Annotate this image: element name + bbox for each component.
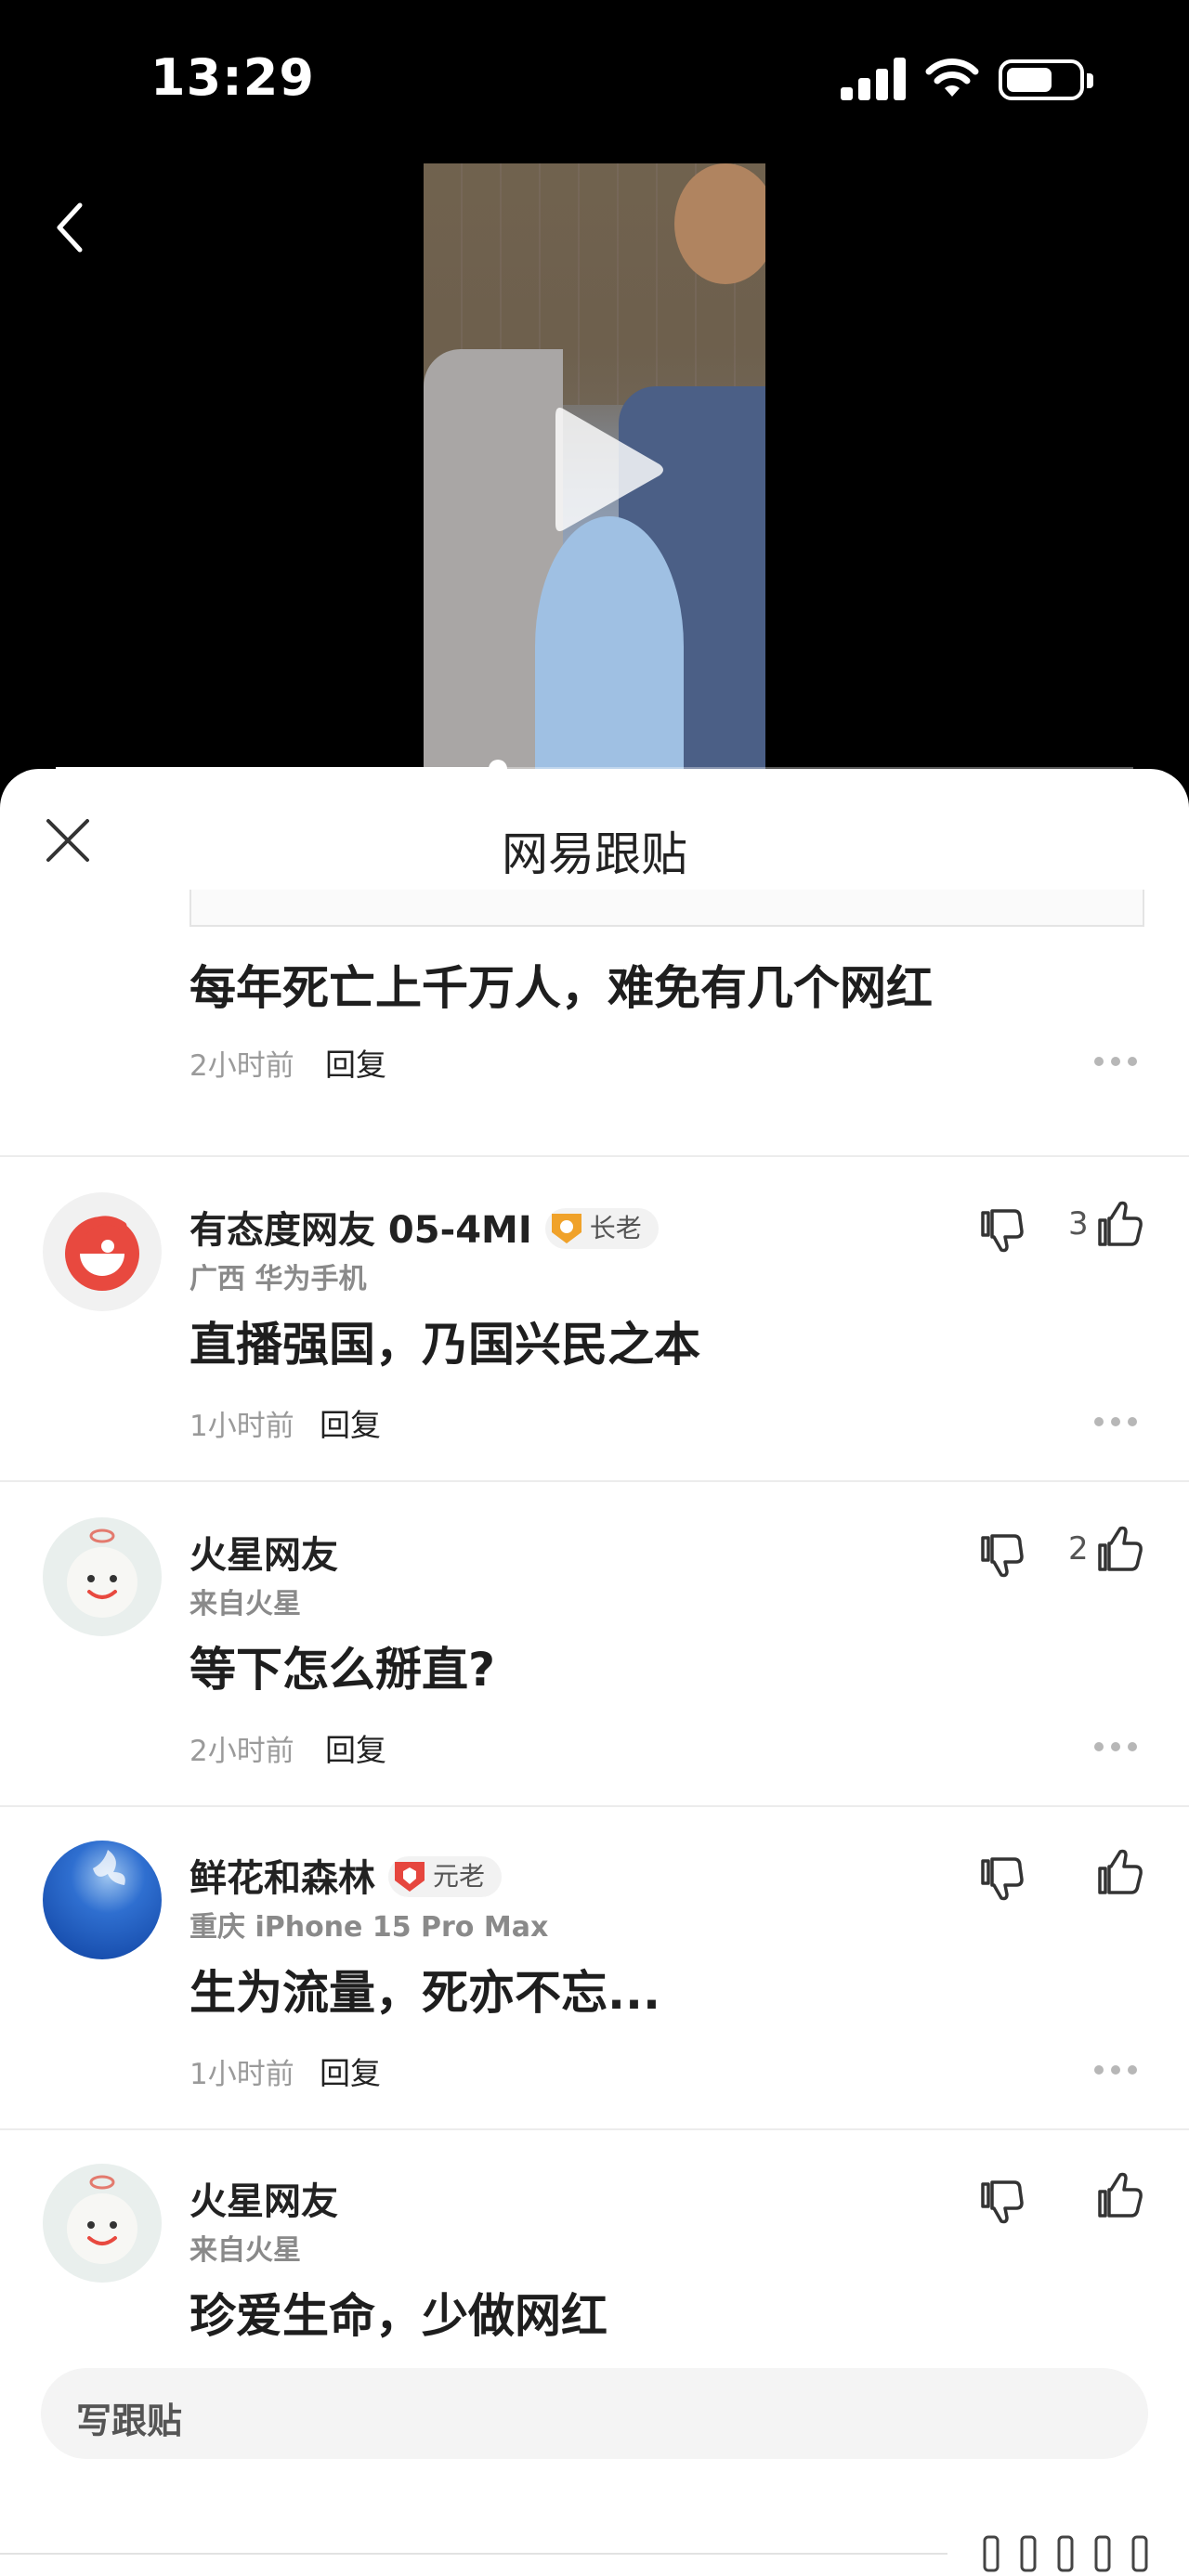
- comment-item: 每年死亡上千万人，难免有几个网红 2小时前 回复: [0, 927, 1189, 1157]
- comment-time: 2小时前: [189, 1049, 294, 1083]
- video-player[interactable]: [424, 163, 765, 769]
- comment-time: 1小时前: [189, 1410, 294, 1443]
- mars-smiley-avatar-icon: [67, 2175, 137, 2264]
- back-chevron-icon[interactable]: [48, 200, 95, 255]
- rank-badge: 长老: [544, 1208, 659, 1249]
- like-thumb-icon[interactable]: [1096, 1848, 1144, 1898]
- reply-button[interactable]: 回复: [320, 1400, 381, 1445]
- comments-sheet: 网易跟贴 每年死亡上千万人，难免有几个网红 2小时前 回复 有态度网友 05-4…: [0, 769, 1189, 2576]
- comment-meta: 来自火星: [189, 1588, 301, 1620]
- comment-time: 2小时前: [189, 1735, 294, 1768]
- comment-item: 有态度网友 05-4MI 长老 广西 华为手机 直播强国，乃国兴民之本 1小时前 …: [0, 1159, 1189, 1482]
- reply-button[interactable]: 回复: [325, 1725, 386, 1770]
- user-avatar[interactable]: [43, 2164, 162, 2283]
- username-text: 鲜花和森林: [189, 1857, 375, 1900]
- reply-button[interactable]: 回复: [320, 2049, 381, 2093]
- comment-meta: 广西 华为手机: [189, 1263, 367, 1295]
- bottom-toolbar-lines: [0, 2535, 1148, 2572]
- comment-item: 火星网友 来自火星 等下怎么掰直? 2小时前 回复 2: [0, 1484, 1189, 1807]
- reply-button[interactable]: 回复: [325, 1040, 386, 1085]
- comment-username[interactable]: 鲜花和森林 元老: [189, 1848, 503, 1902]
- badge-label: 元老: [433, 1861, 486, 1892]
- elder-badge-icon: [551, 1214, 581, 1243]
- comment-content: 生为流量，死亦不忘...: [189, 1966, 660, 2020]
- blue-sky-avatar-icon: [93, 1850, 125, 1885]
- like-thumb-icon[interactable]: [1096, 1200, 1144, 1250]
- comment-content: 珍爱生命，少做网红: [189, 2289, 608, 2343]
- more-options-icon[interactable]: [1094, 2065, 1137, 2076]
- dislike-icon[interactable]: [977, 1852, 1027, 1902]
- quoted-reply-box: [189, 890, 1144, 927]
- user-avatar[interactable]: [43, 1192, 162, 1311]
- like-thumb-icon[interactable]: [1096, 1525, 1144, 1575]
- dislike-icon[interactable]: [977, 1529, 1027, 1579]
- cellular-signal-icon: [841, 58, 906, 100]
- badge-label: 长老: [589, 1213, 642, 1243]
- like-count: 3: [1068, 1205, 1089, 1242]
- comment-username[interactable]: 火星网友: [189, 2171, 338, 2225]
- comment-content: 每年死亡上千万人，难免有几个网红: [189, 961, 933, 1015]
- founder-badge-icon: [395, 1862, 425, 1892]
- like-count: 2: [1068, 1530, 1089, 1568]
- battery-icon: [999, 59, 1093, 100]
- write-comment-input[interactable]: 写跟贴: [41, 2368, 1148, 2459]
- comment-content: 直播强国，乃国兴民之本: [189, 1318, 700, 1372]
- like-thumb-icon[interactable]: [1096, 2171, 1144, 2221]
- more-options-icon[interactable]: [1094, 1057, 1137, 1068]
- sheet-title: 网易跟贴: [502, 827, 687, 881]
- dislike-icon[interactable]: [977, 2175, 1027, 2225]
- sheet-header: 网易跟贴: [0, 769, 1189, 888]
- comment-meta: 来自火星: [189, 2234, 301, 2267]
- user-avatar[interactable]: [43, 1517, 162, 1636]
- red-swirl-avatar-icon: [65, 1216, 139, 1291]
- comment-content: 等下怎么掰直?: [189, 1643, 496, 1697]
- comment-meta: 重庆 iPhone 15 Pro Max: [189, 1911, 549, 1944]
- comment-time: 1小时前: [189, 2058, 294, 2091]
- comment-item: 鲜花和森林 元老 重庆 iPhone 15 Pro Max 生为流量，死亦不忘..…: [0, 1807, 1189, 2130]
- more-options-icon[interactable]: [1094, 1742, 1137, 1753]
- comment-username[interactable]: 有态度网友 05-4MI 长老: [189, 1200, 659, 1254]
- status-bar: 13:29: [0, 0, 1189, 158]
- user-avatar[interactable]: [43, 1841, 162, 1959]
- status-time: 13:29: [150, 48, 315, 107]
- play-icon[interactable]: [542, 396, 673, 544]
- rank-badge: 元老: [388, 1856, 503, 1897]
- comment-username[interactable]: 火星网友: [189, 1525, 338, 1579]
- username-text: 有态度网友 05-4MI: [189, 1209, 532, 1252]
- dislike-icon[interactable]: [977, 1203, 1027, 1254]
- mars-smiley-avatar-icon: [67, 1529, 137, 1618]
- more-options-icon[interactable]: [1094, 1417, 1137, 1428]
- wifi-icon: [925, 59, 979, 97]
- write-comment-placeholder: 写跟贴: [76, 2400, 183, 2441]
